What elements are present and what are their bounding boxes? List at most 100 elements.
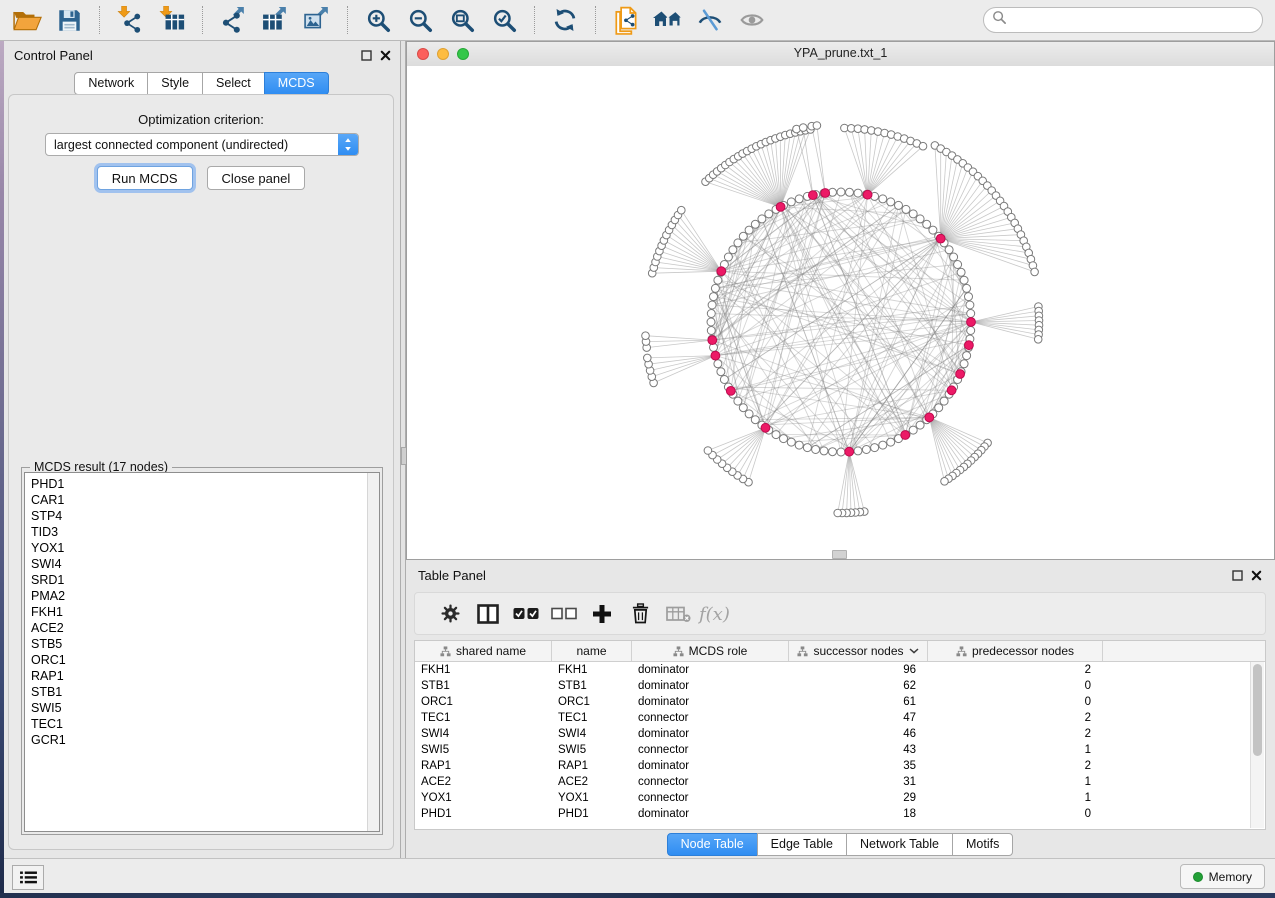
table-cell[interactable]: ORC1 [415, 696, 552, 708]
hide-details-button[interactable] [689, 3, 731, 37]
table-row[interactable]: SWI4SWI4dominator462 [415, 726, 1265, 742]
table-cell[interactable]: ACE2 [415, 776, 552, 788]
mcds-result-item[interactable]: SWI5 [31, 700, 379, 716]
table-cell[interactable]: FKH1 [415, 664, 552, 676]
table-cell[interactable]: SWI5 [415, 744, 552, 756]
table-cell[interactable]: SWI4 [552, 728, 632, 740]
table-cell[interactable]: SWI4 [415, 728, 552, 740]
table-cell[interactable]: dominator [632, 808, 789, 820]
tab-style[interactable]: Style [147, 72, 203, 95]
table-cell[interactable]: connector [632, 744, 789, 756]
scrollbar-thumb[interactable] [1253, 664, 1262, 756]
mcds-result-item[interactable]: RAP1 [31, 668, 379, 684]
network-from-document-button[interactable] [605, 3, 647, 37]
table-cell[interactable]: 18 [789, 808, 928, 820]
tab-network-table[interactable]: Network Table [846, 833, 953, 856]
column-header-MCDS-role[interactable]: MCDS role [632, 641, 789, 661]
export-image-button[interactable] [296, 3, 338, 37]
refresh-view-button[interactable] [544, 3, 586, 37]
mcds-result-item[interactable]: ACE2 [31, 620, 379, 636]
delete-column-button[interactable] [621, 599, 659, 629]
float-panel-icon[interactable] [360, 49, 372, 61]
function-builder-button[interactable]: f(x) [697, 599, 735, 629]
memory-button[interactable]: Memory [1180, 864, 1265, 889]
table-cell[interactable]: ORC1 [552, 696, 632, 708]
column-header-shared-name[interactable]: shared name [415, 641, 552, 661]
table-cell[interactable]: 62 [789, 680, 928, 692]
table-cell[interactable]: 2 [928, 712, 1103, 724]
zoom-out-button[interactable] [399, 3, 441, 37]
mcds-result-item[interactable]: TID3 [31, 524, 379, 540]
table-cell[interactable]: PHD1 [552, 808, 632, 820]
zoom-selected-region-button[interactable] [483, 3, 525, 37]
table-cell[interactable]: 0 [928, 696, 1103, 708]
table-row[interactable]: SWI5SWI5connector431 [415, 742, 1265, 758]
search-input[interactable] [1013, 12, 1254, 28]
mcds-result-item[interactable]: PHD1 [31, 476, 379, 492]
table-cell[interactable]: FKH1 [552, 664, 632, 676]
mcds-result-item[interactable]: FKH1 [31, 604, 379, 620]
table-cell[interactable]: 31 [789, 776, 928, 788]
table-row[interactable]: ORC1ORC1dominator610 [415, 694, 1265, 710]
table-row[interactable]: ACE2ACE2connector311 [415, 774, 1265, 790]
mcds-result-list[interactable]: PHD1CAR1STP4TID3YOX1SWI4SRD1PMA2FKH1ACE2… [24, 472, 380, 832]
horizontal-splitter-grip[interactable] [832, 550, 847, 559]
zoom-fit-content-button[interactable] [441, 3, 483, 37]
table-cell[interactable]: 47 [789, 712, 928, 724]
table-cell[interactable]: 2 [928, 760, 1103, 772]
table-row[interactable]: FKH1FKH1dominator962 [415, 662, 1265, 678]
close-panel-button[interactable]: Close panel [207, 166, 306, 190]
table-cell[interactable]: YOX1 [552, 792, 632, 804]
table-cell[interactable]: dominator [632, 728, 789, 740]
deselect-all-button[interactable] [545, 599, 583, 629]
open-session-button[interactable] [6, 3, 48, 37]
table-cell[interactable]: 0 [928, 680, 1103, 692]
table-cell[interactable]: 1 [928, 792, 1103, 804]
table-row[interactable]: STB1STB1dominator620 [415, 678, 1265, 694]
mcds-result-item[interactable]: TEC1 [31, 716, 379, 732]
table-cell[interactable]: connector [632, 792, 789, 804]
network-window-titlebar[interactable]: YPA_prune.txt_1 [407, 42, 1274, 67]
table-cell[interactable]: 2 [928, 728, 1103, 740]
table-cell[interactable]: 35 [789, 760, 928, 772]
table-cell[interactable]: TEC1 [552, 712, 632, 724]
close-panel-icon[interactable] [379, 49, 391, 61]
mcds-result-item[interactable]: STP4 [31, 508, 379, 524]
add-column-button[interactable] [583, 599, 621, 629]
tab-edge-table[interactable]: Edge Table [757, 833, 847, 856]
table-cell[interactable]: connector [632, 712, 789, 724]
table-cell[interactable]: 2 [928, 664, 1103, 676]
table-cell[interactable]: 61 [789, 696, 928, 708]
mcds-result-item[interactable]: SWI4 [31, 556, 379, 572]
run-mcds-button[interactable]: Run MCDS [97, 166, 193, 190]
mcds-result-item[interactable]: SRD1 [31, 572, 379, 588]
task-history-button[interactable] [12, 865, 44, 890]
tab-node-table[interactable]: Node Table [667, 833, 758, 856]
export-network-button[interactable] [212, 3, 254, 37]
delete-table-button[interactable] [659, 599, 697, 629]
import-network-from-file-button[interactable] [109, 3, 151, 37]
column-header-successor-nodes[interactable]: successor nodes [789, 641, 928, 661]
table-cell[interactable]: TEC1 [415, 712, 552, 724]
search-box[interactable] [983, 7, 1263, 33]
table-cell[interactable]: 96 [789, 664, 928, 676]
column-header-predecessor-nodes[interactable]: predecessor nodes [928, 641, 1103, 661]
close-panel-icon[interactable] [1250, 569, 1262, 581]
table-cell[interactable]: dominator [632, 680, 789, 692]
network-canvas[interactable] [407, 66, 1274, 559]
table-cell[interactable]: dominator [632, 760, 789, 772]
table-row[interactable]: PHD1PHD1dominator180 [415, 806, 1265, 822]
first-neighbors-button[interactable] [647, 3, 689, 37]
table-row[interactable]: YOX1YOX1connector291 [415, 790, 1265, 806]
table-cell[interactable]: dominator [632, 696, 789, 708]
table-cell[interactable]: STB1 [415, 680, 552, 692]
optimization-criterion-select[interactable]: largest connected component (undirected) [45, 133, 359, 156]
table-cell[interactable]: ACE2 [552, 776, 632, 788]
table-cell[interactable]: SWI5 [552, 744, 632, 756]
table-cell[interactable]: 1 [928, 744, 1103, 756]
mcds-result-item[interactable]: STB1 [31, 684, 379, 700]
table-scrollbar[interactable] [1250, 662, 1264, 828]
column-header-name[interactable]: name [552, 641, 632, 661]
toggle-columns-button[interactable] [469, 599, 507, 629]
import-table-from-file-button[interactable] [151, 3, 193, 37]
